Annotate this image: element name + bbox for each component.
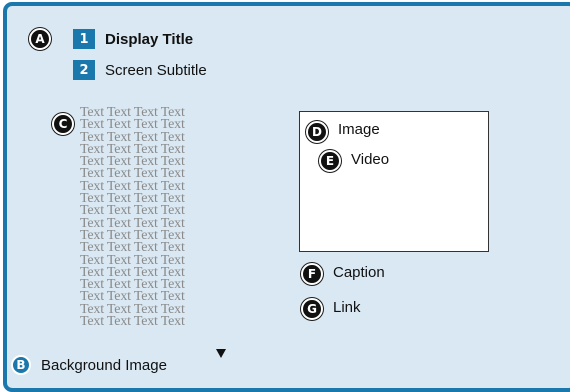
link-label: Link <box>333 299 361 316</box>
marker-d: D <box>306 121 328 143</box>
marker-a: A <box>29 28 51 50</box>
marker-b: B <box>11 355 31 375</box>
marker-f: F <box>301 263 323 285</box>
display-title: Display Title <box>105 31 194 48</box>
marker-e: E <box>319 150 341 172</box>
placeholder-text-block: Text Text Text Text Text Text Text Text … <box>80 105 185 330</box>
image-label: Image <box>338 121 380 138</box>
screen-subtitle: Screen Subtitle <box>105 62 207 79</box>
background-image-label: Background Image <box>41 357 167 374</box>
video-label: Video <box>351 151 390 168</box>
number-badge-2: 2 <box>73 60 95 80</box>
triangle-down-icon <box>216 349 226 358</box>
marker-c: C <box>52 113 74 135</box>
number-badge-1: 1 <box>73 29 95 49</box>
marker-g: G <box>301 298 323 320</box>
caption-label: Caption <box>333 264 385 281</box>
